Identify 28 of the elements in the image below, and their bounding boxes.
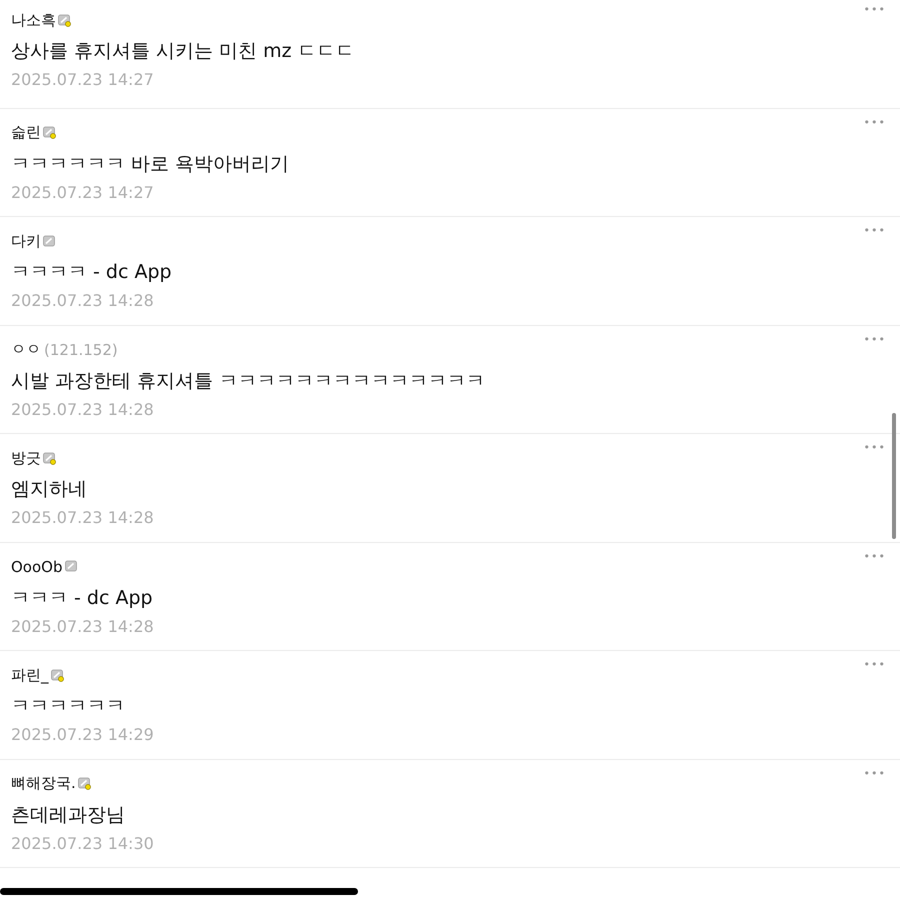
user-badge-icon [43, 234, 56, 248]
comment-text: 시발 과장한테 휴지셔틀 ㅋㅋㅋㅋㅋㅋㅋㅋㅋㅋㅋㅋㅋㅋ [11, 368, 486, 394]
author-name[interactable]: 파린_ [11, 666, 48, 684]
comment-text: 엠지하네 [11, 477, 88, 502]
comment-time: 2025.07.23 14:27 [11, 69, 155, 91]
comment-text: 츤데레과장님 [11, 802, 126, 828]
comment-text: ㅋㅋㅋ - dc App [11, 586, 154, 610]
author-name[interactable]: 슯린 [11, 123, 41, 142]
comment-text: ㅋㅋㅋㅋㅋㅋ [11, 694, 126, 719]
comment-text: ㅋㅋㅋㅋㅋㅋ 바로 욕박아버리기 [11, 152, 290, 176]
comment-time: 2025.07.23 14:30 [11, 832, 155, 854]
comment-time: 2025.07.23 14:27 [11, 182, 155, 204]
comment-time: 2025.07.23 14:28 [11, 507, 155, 529]
author-name[interactable]: ㅇㅇ [11, 340, 41, 359]
comment-time: 2025.07.23 14:28 [11, 398, 155, 420]
comment-text: ㅋㅋㅋㅋ - dc App [11, 260, 173, 285]
user-badge-icon [64, 560, 78, 573]
scrollbar[interactable] [892, 413, 896, 539]
comment-time: 2025.07.23 14:29 [11, 724, 155, 746]
author-name[interactable]: 다키 [11, 232, 41, 250]
author-name[interactable]: OooOb [11, 558, 62, 576]
author-name[interactable]: 방긋 [11, 448, 41, 468]
author-name[interactable]: 뼈해장국. [11, 774, 76, 793]
comment-time: 2025.07.23 14:28 [11, 616, 155, 638]
ip-address: (121.152) [44, 340, 118, 358]
comment-text: 상사를 휴지셔틀 시키는 미친 mz ㄷㄷㄷ [11, 39, 356, 64]
comment-time: 2025.07.23 14:28 [11, 290, 155, 312]
author-name[interactable]: 나소흑 [11, 10, 56, 30]
